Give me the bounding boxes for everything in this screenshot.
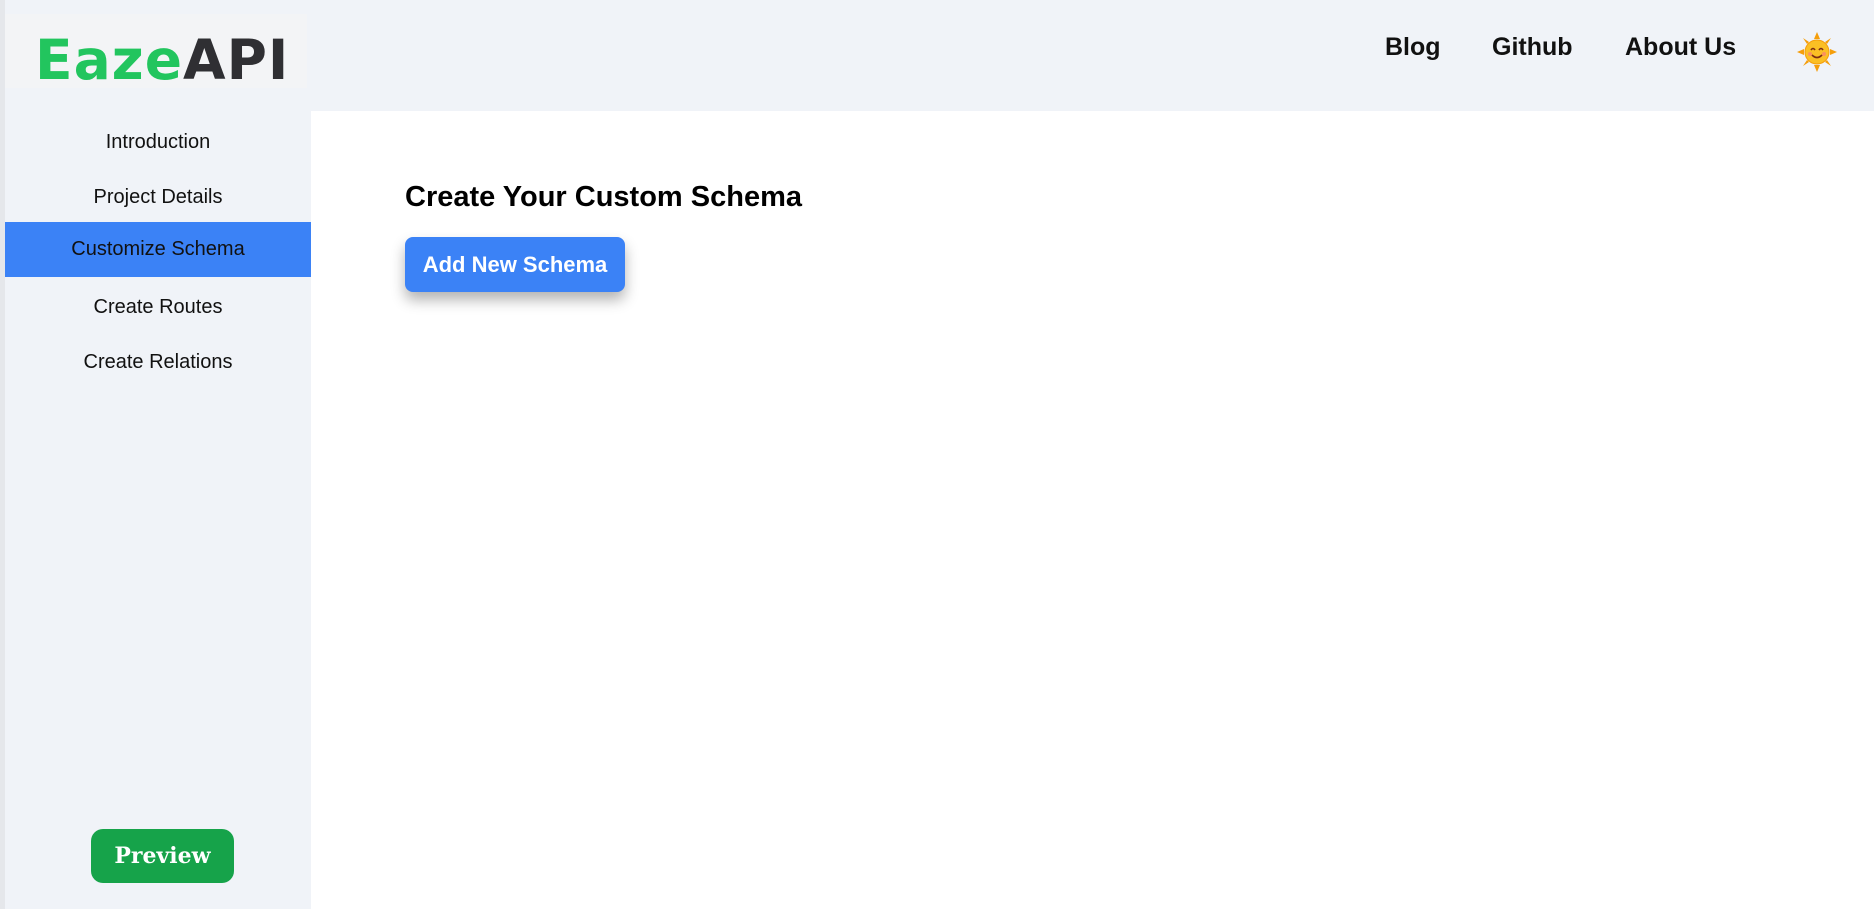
sidebar: Introduction Project Details Customize S…: [5, 111, 311, 909]
logo[interactable]: EazeAPI: [35, 31, 289, 89]
page-title: Create Your Custom Schema: [405, 181, 802, 213]
sidebar-item-create-routes[interactable]: Create Routes: [5, 280, 311, 335]
sidebar-item-create-relations[interactable]: Create Relations: [5, 335, 311, 390]
nav-link-about-us[interactable]: About Us: [1625, 29, 1736, 65]
top-header: EazeAPI Blog Github About Us: [5, 0, 1874, 111]
logo-text-api: API: [183, 28, 290, 92]
nav-link-github[interactable]: Github: [1492, 29, 1573, 65]
sidebar-item-customize-schema[interactable]: Customize Schema: [5, 222, 311, 277]
preview-button[interactable]: Preview: [91, 829, 234, 883]
sidebar-item-introduction[interactable]: Introduction: [5, 115, 311, 170]
logo-text-eaze: Eaze: [35, 28, 183, 92]
smiling-sun-icon: [1797, 32, 1837, 72]
app-page: EazeAPI Blog Github About Us Introductio…: [0, 0, 1874, 909]
logo-container[interactable]: EazeAPI: [5, 14, 307, 89]
nav-link-blog[interactable]: Blog: [1385, 29, 1441, 65]
theme-toggle-button[interactable]: [1795, 30, 1839, 74]
sidebar-item-project-details[interactable]: Project Details: [5, 170, 311, 225]
add-new-schema-button[interactable]: Add New Schema: [405, 237, 625, 292]
